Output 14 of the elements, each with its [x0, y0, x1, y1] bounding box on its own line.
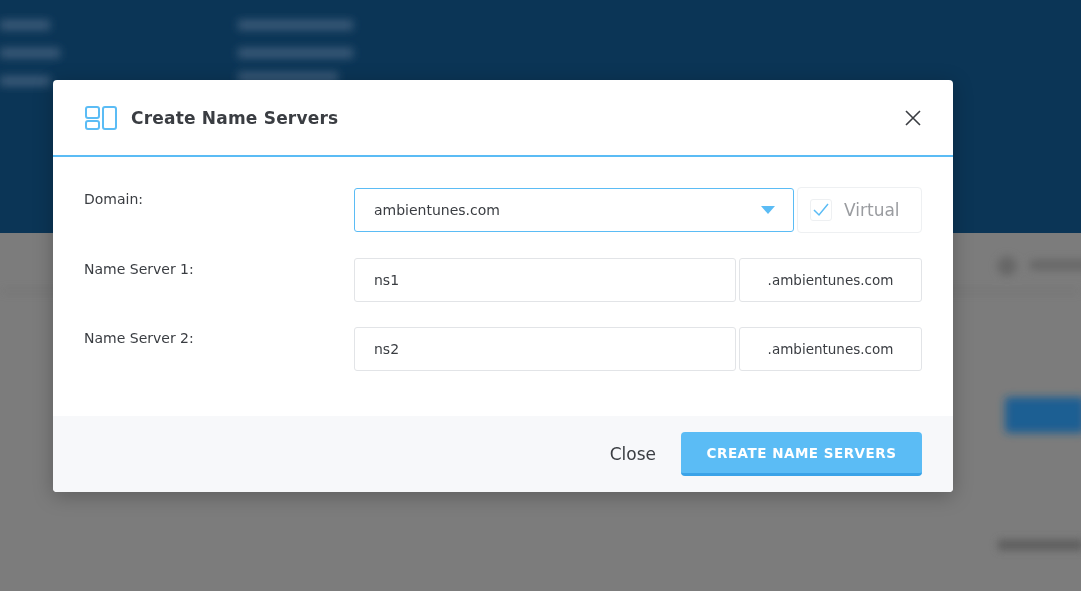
- dialog-title: Create Name Servers: [131, 107, 340, 128]
- caret-icon: [761, 206, 775, 214]
- close-button[interactable]: Close: [609, 444, 656, 464]
- field-label: Name Server 1:: [84, 260, 195, 279]
- name-server-field[interactable]: ns2: [354, 327, 736, 371]
- name-server-field[interactable]: ns1: [354, 258, 736, 302]
- check-icon: [813, 203, 829, 217]
- close-icon[interactable]: [903, 107, 923, 128]
- field-label: Domain:: [84, 190, 145, 209]
- field-label: Name Server 2:: [84, 329, 195, 348]
- domain-suffix: .ambientunes.com: [739, 258, 922, 302]
- layout-icon: [85, 105, 117, 130]
- domain-select[interactable]: ambientunes.com: [354, 188, 794, 232]
- domain-suffix: .ambientunes.com: [739, 327, 922, 371]
